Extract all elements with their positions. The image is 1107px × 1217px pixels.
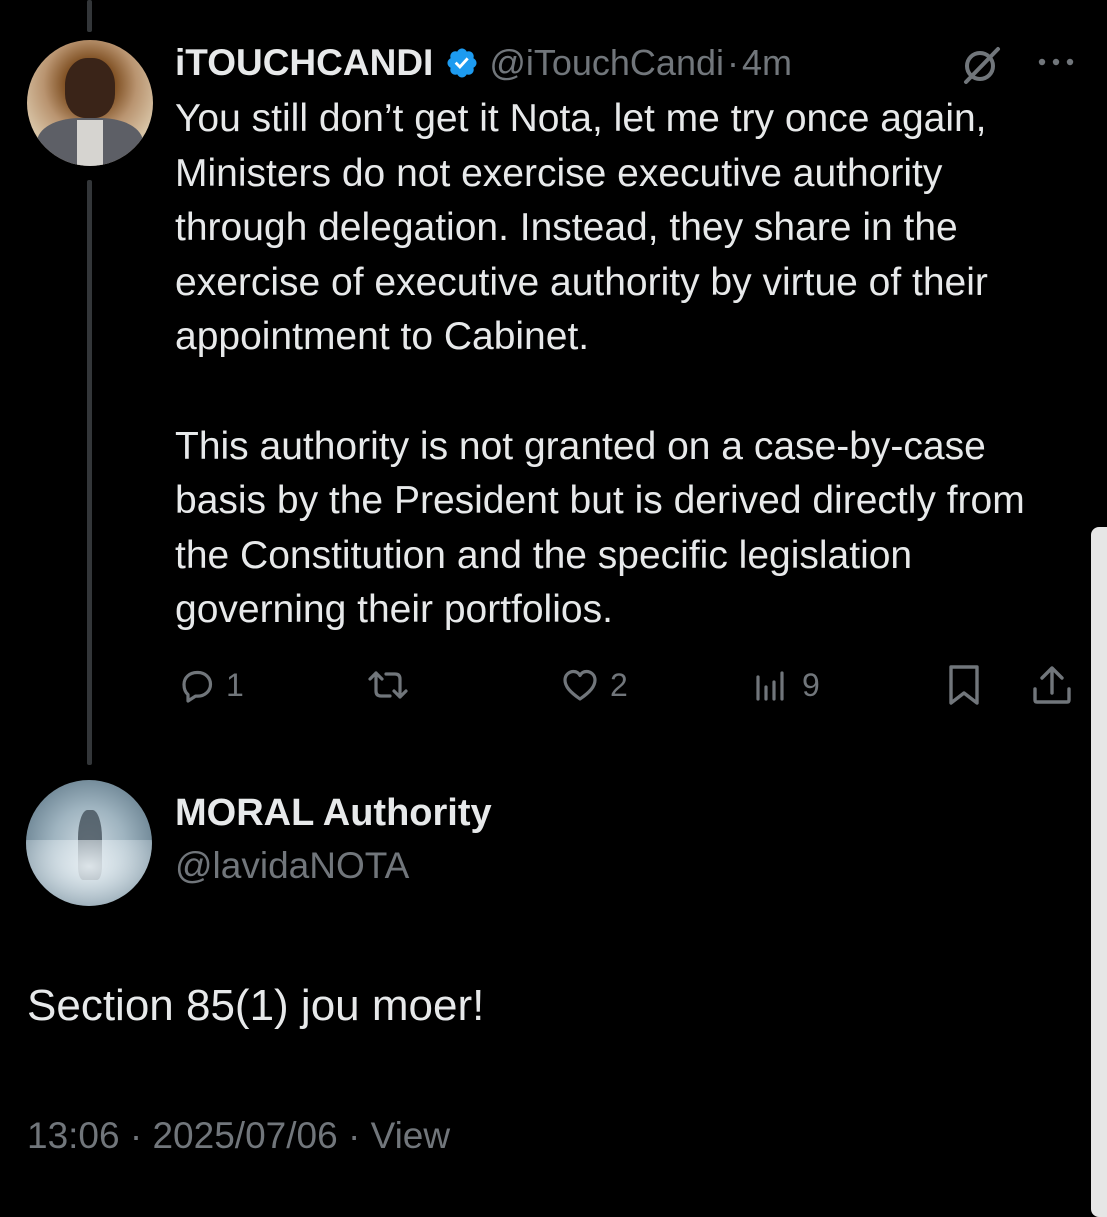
separator-dot: · xyxy=(347,1115,361,1156)
avatar-figure-collar xyxy=(77,120,103,166)
reply-tweet-text: You still don’t get it Nota, let me try … xyxy=(175,92,1075,638)
bookmark-button[interactable] xyxy=(944,660,984,710)
reply-paragraph-1: You still don’t get it Nota, let me try … xyxy=(175,97,988,359)
more-icon[interactable] xyxy=(1034,50,1078,74)
reply-handle[interactable]: @iTouchCandi xyxy=(489,42,724,84)
grok-icon[interactable] xyxy=(960,44,1002,86)
main-tweet-text: Section 85(1) jou moer! xyxy=(27,981,485,1030)
avatar-figure-face xyxy=(65,58,115,118)
tweet-time[interactable]: 13:06 xyxy=(27,1115,120,1156)
like-button[interactable]: 2 xyxy=(560,660,628,710)
scrollbar[interactable] xyxy=(1091,527,1107,1217)
views-button[interactable]: 9 xyxy=(752,660,820,710)
reply-tweet-header: iTOUCHCANDI @iTouchCandi · 4m xyxy=(175,38,792,88)
bookmark-icon xyxy=(944,663,984,707)
reply-icon xyxy=(176,665,216,705)
like-count: 2 xyxy=(610,666,628,703)
avatar[interactable] xyxy=(26,780,152,906)
author-handle[interactable]: @lavidaNOTA xyxy=(175,845,409,887)
reply-display-name[interactable]: iTOUCHCANDI xyxy=(175,42,433,84)
repost-icon xyxy=(366,665,410,705)
view-link[interactable]: View xyxy=(371,1115,451,1156)
thread-line-top xyxy=(87,0,92,32)
author-display-name[interactable]: MORAL Authority xyxy=(175,792,492,835)
repost-button[interactable] xyxy=(366,660,420,710)
heart-icon xyxy=(560,665,600,705)
avatar[interactable] xyxy=(27,40,153,166)
reply-timestamp[interactable]: 4m xyxy=(742,42,792,84)
reply-count: 1 xyxy=(226,666,244,703)
share-button[interactable] xyxy=(1030,660,1074,710)
separator-dot: · xyxy=(129,1115,143,1156)
share-icon xyxy=(1030,663,1074,707)
views-icon xyxy=(752,665,792,705)
tweet-meta: 13:06 · 2025/07/06 · View xyxy=(27,1115,450,1157)
tweet-action-bar: 1 2 9 xyxy=(0,660,1107,710)
reply-button[interactable]: 1 xyxy=(176,660,244,710)
separator-dot: · xyxy=(727,42,739,83)
reply-paragraph-2: This authority is not granted on a case-… xyxy=(175,424,1025,632)
avatar-mist xyxy=(26,840,152,906)
verified-badge-icon xyxy=(445,46,479,80)
views-count: 9 xyxy=(802,666,820,703)
tweet-date[interactable]: 2025/07/06 xyxy=(152,1115,337,1156)
